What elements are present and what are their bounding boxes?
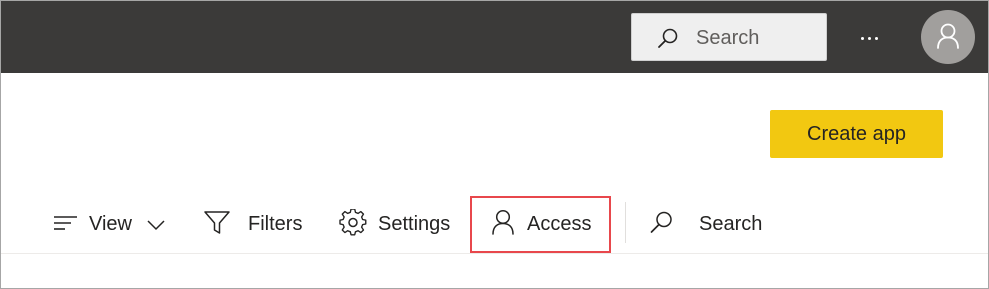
- header-search-box[interactable]: Search: [631, 13, 827, 61]
- settings-label: Settings: [378, 213, 451, 235]
- header-search-placeholder: Search: [696, 27, 760, 49]
- chevron-down-icon: [147, 220, 165, 231]
- gear-icon: [339, 209, 367, 236]
- search-icon: [658, 28, 678, 48]
- app-window: Search Create app View Filters Settings …: [0, 0, 989, 289]
- more-icon: [861, 37, 864, 40]
- content-divider: [1, 253, 988, 254]
- filters-label: Filters: [248, 213, 303, 235]
- filters-button[interactable]: Filters: [203, 191, 307, 255]
- toolbar-search-button[interactable]: Search: [647, 191, 767, 255]
- person-icon: [937, 23, 959, 49]
- create-app-button[interactable]: Create app: [770, 110, 943, 158]
- access-highlight-box: [470, 196, 611, 253]
- top-header-bar: Search: [1, 1, 988, 73]
- search-icon: [650, 211, 672, 233]
- view-menu-button[interactable]: View: [51, 191, 167, 255]
- toolbar-divider: [625, 202, 626, 243]
- more-options-button[interactable]: [849, 23, 893, 53]
- settings-button[interactable]: Settings: [339, 191, 457, 255]
- list-icon: [54, 216, 77, 230]
- view-label: View: [89, 213, 132, 235]
- account-avatar[interactable]: [921, 10, 975, 64]
- toolbar-search-label: Search: [699, 213, 763, 235]
- filter-icon: [204, 211, 230, 234]
